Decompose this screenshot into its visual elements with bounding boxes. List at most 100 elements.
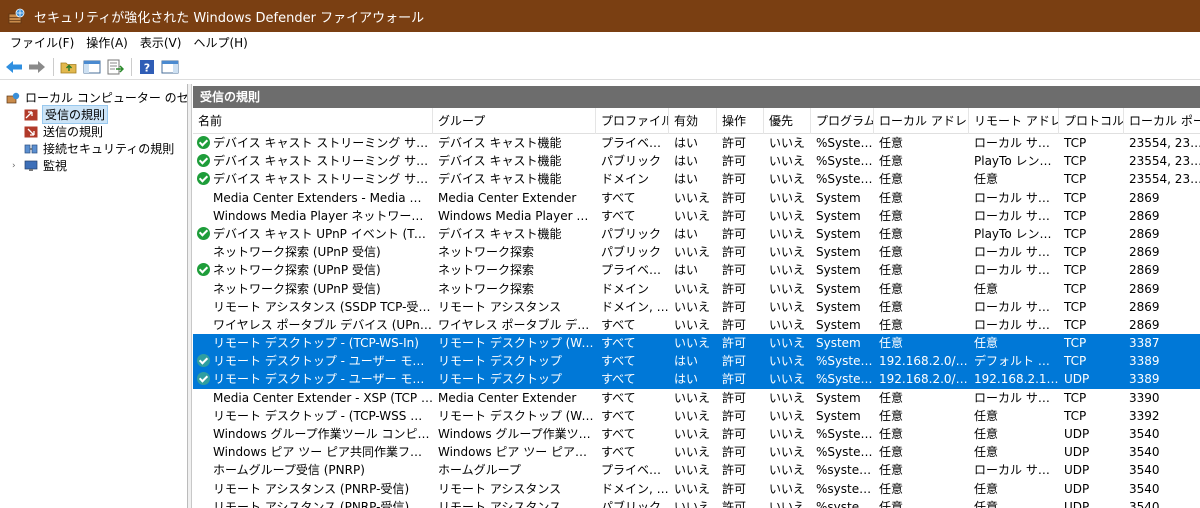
rule-row[interactable]: Windows Media Player ネットワーク共有サービス (HTTP …: [193, 207, 1200, 225]
tree-item-outbound-rules[interactable]: 送信の規則: [24, 123, 103, 140]
col-name-cell: Media Center Extenders - Media ストリーミング (…: [213, 190, 433, 205]
tree-item-inbound-rules[interactable]: 受信の規則: [24, 105, 109, 124]
col-local-port-cell: 3540: [1129, 445, 1160, 460]
col-action-cell: 許可: [722, 136, 747, 150]
rule-row[interactable]: ネットワーク探索 (UPnP 受信) ネットワーク探索 プライベート はい 許可 いいえ S…: [193, 261, 1200, 279]
pane-splitter[interactable]: [188, 84, 192, 508]
col-profile-cell: ドメイン, プライベート: [601, 299, 669, 314]
rule-row[interactable]: デバイス キャスト ストリーミング サーバー (RTSP ストリーミング-TCP…: [193, 170, 1200, 188]
col-group-cell: Windows ピア ツー ピア共同作業ファンデーション: [438, 445, 596, 460]
col-name-cell: デバイス キャスト UPnP イベント (TCP 受信): [213, 226, 433, 241]
col-profile-cell: ドメイン: [601, 172, 650, 187]
rule-row[interactable]: Media Center Extenders - Media ストリーミング (…: [193, 189, 1200, 207]
col-remote-address-cell: ローカル サブネット: [974, 299, 1059, 314]
tree-item-label: 送信の規則: [43, 125, 104, 139]
tree-root[interactable]: ローカル コンピューター のセキュリティ強化...: [6, 89, 187, 106]
menu-view[interactable]: 表示(V): [134, 32, 188, 54]
rule-row[interactable]: ワイヤレス ポータブル デバイス (UPnP 受信) ワイヤレス ポータブル デバ…: [193, 316, 1200, 334]
col-profile-cell: すべて: [601, 427, 636, 441]
col-action-header[interactable]: 操作: [717, 108, 764, 134]
col-profile-cell: パブリック: [601, 499, 662, 508]
col-local-port-header[interactable]: ローカル ポート: [1124, 108, 1200, 134]
expand-chevron-icon[interactable]: ›: [12, 161, 24, 171]
show-hide-action-pane-button[interactable]: [159, 56, 181, 78]
col-override-cell: いいえ: [769, 154, 806, 169]
col-name-cell: デバイス キャスト ストリーミング サーバー (RTSP ストリーミング-TCP…: [213, 172, 433, 187]
rule-row[interactable]: リモート デスクトップ - ユーザー モード (UDP 受信) リモート デスクト…: [193, 370, 1200, 389]
col-protocol-header[interactable]: プロトコル: [1059, 108, 1124, 134]
col-action-cell: 許可: [722, 354, 747, 369]
menu-help[interactable]: ヘルプ(H): [187, 32, 253, 54]
col-program-cell: System: [816, 336, 861, 351]
monitoring-icon: [24, 160, 38, 172]
col-local-address-cell: 任意: [879, 336, 904, 351]
menu-file[interactable]: ファイル(F): [4, 32, 80, 54]
col-local-address-cell: 任意: [879, 299, 904, 314]
col-name-cell: ホームグループ受信 (PNRP): [213, 463, 365, 478]
col-override-header[interactable]: 優先: [764, 108, 811, 134]
col-local-address-cell: 任意: [879, 499, 904, 508]
col-remote-address-cell: ローカル サブネット: [974, 245, 1059, 260]
up-folder-button[interactable]: [58, 56, 80, 78]
col-name-cell: ネットワーク探索 (UPnP 受信): [213, 245, 381, 260]
forward-button[interactable]: [26, 56, 48, 78]
col-override-cell: いいえ: [769, 299, 806, 314]
col-enabled-header[interactable]: 有効: [669, 108, 717, 134]
rule-row[interactable]: リモート デスクトップ - ユーザー モード (TCP 受信) リモート デスクト…: [193, 352, 1200, 371]
col-name-cell: ワイヤレス ポータブル デバイス (UPnP 受信): [213, 317, 433, 332]
col-remote-address-cell: 任意: [974, 499, 999, 508]
tree-item-label: 監視: [43, 159, 68, 173]
show-hide-tree-button[interactable]: [81, 56, 103, 78]
col-remote-address-header[interactable]: リモート アドレス: [969, 108, 1059, 134]
col-action-cell: 許可: [722, 445, 747, 460]
col-program-cell: System: [816, 299, 861, 314]
col-name-cell: デバイス キャスト ストリーミング サーバー (RTSP ストリーミング-TCP…: [213, 154, 433, 169]
rule-row[interactable]: デバイス キャスト ストリーミング サーバー (RTSP ストリーミング-TCP…: [193, 152, 1200, 170]
rule-row[interactable]: デバイス キャスト UPnP イベント (TCP 受信) デバイス キャスト機能 パ…: [193, 225, 1200, 243]
tree-item-monitoring[interactable]: › 監視: [12, 157, 67, 174]
col-protocol-cell: TCP: [1064, 172, 1087, 187]
col-group-cell: リモート アシスタンス: [438, 299, 562, 314]
col-local-address-header[interactable]: ローカル アドレス: [874, 108, 969, 134]
col-action-cell: 許可: [722, 427, 747, 441]
col-group-cell: ワイヤレス ポータブル デバイス: [438, 317, 596, 332]
col-remote-address-cell: ローカル サブネット: [974, 317, 1059, 332]
col-name-header[interactable]: 名前: [193, 108, 433, 134]
back-button[interactable]: [3, 56, 25, 78]
rule-row[interactable]: デバイス キャスト ストリーミング サーバー (RTSP ストリーミング-TCP…: [193, 134, 1200, 152]
pane-title: 受信の規則: [193, 86, 1200, 108]
col-override-cell: いいえ: [769, 136, 806, 150]
rule-row[interactable]: Windows グループ作業ツール コンピューター名の登録サービス (SSDP …: [193, 425, 1200, 443]
rule-row[interactable]: リモート アシスタンス (PNRP-受信) リモート アシスタンス パブリック いいえ…: [193, 498, 1200, 508]
menu-action[interactable]: 操作(A): [80, 32, 134, 54]
rule-row[interactable]: リモート アシスタンス (PNRP-受信) リモート アシスタンス ドメイン, プラ…: [193, 480, 1200, 498]
rule-row[interactable]: リモート デスクトップ - (TCP-WSS 受信) リモート デスクトップ (W…: [193, 407, 1200, 425]
export-list-button[interactable]: [104, 56, 126, 78]
col-profile-cell: プライベート: [601, 463, 669, 478]
col-profile-header[interactable]: プロファイル: [596, 108, 669, 134]
up-folder-icon: [60, 62, 77, 73]
rule-row[interactable]: ネットワーク探索 (UPnP 受信) ネットワーク探索 パブリック いいえ 許可 いいえ S…: [193, 243, 1200, 261]
col-override-cell: いいえ: [769, 481, 806, 496]
col-name-cell: リモート デスクトップ - ユーザー モード (TCP 受信): [213, 354, 433, 369]
tree-item-connection-security-rules[interactable]: 接続セキュリティの規則: [24, 140, 174, 157]
rule-row[interactable]: Media Center Extender - XSP (TCP 受信) Medi…: [193, 389, 1200, 407]
col-enabled-cell: いいえ: [674, 190, 711, 205]
col-local-address-cell: 任意: [879, 445, 904, 460]
svg-text:?: ?: [144, 61, 150, 74]
rule-row[interactable]: Windows ピア ツー ピア共同作業ファンデーション (TCP 受信) Win…: [193, 443, 1200, 461]
rule-row[interactable]: リモート アシスタンス (SSDP TCP-受信) リモート アシスタンス ドメイン…: [193, 298, 1200, 316]
col-action-cell: 許可: [722, 172, 747, 187]
col-local-port-cell: 2869: [1129, 226, 1160, 241]
help-button[interactable]: ?: [136, 56, 158, 78]
rule-row[interactable]: ホームグループ受信 (PNRP) ホームグループ プライベート いいえ 許可 いいえ %sy…: [193, 461, 1200, 479]
col-enabled-cell: はい: [674, 136, 699, 150]
col-local-address-cell: 任意: [879, 408, 904, 423]
col-action-cell: 許可: [722, 281, 747, 296]
rule-row[interactable]: ネットワーク探索 (UPnP 受信) ネットワーク探索 ドメイン いいえ 許可 いいえ Sy…: [193, 280, 1200, 298]
rule-row[interactable]: リモート デスクトップ - (TCP-WS-In) リモート デスクトップ (We…: [193, 334, 1200, 353]
col-group-header[interactable]: グループ: [433, 108, 596, 134]
col-override-cell: いいえ: [769, 354, 806, 369]
col-program-header[interactable]: プログラム: [811, 108, 874, 134]
col-name-cell: ネットワーク探索 (UPnP 受信): [213, 281, 381, 296]
